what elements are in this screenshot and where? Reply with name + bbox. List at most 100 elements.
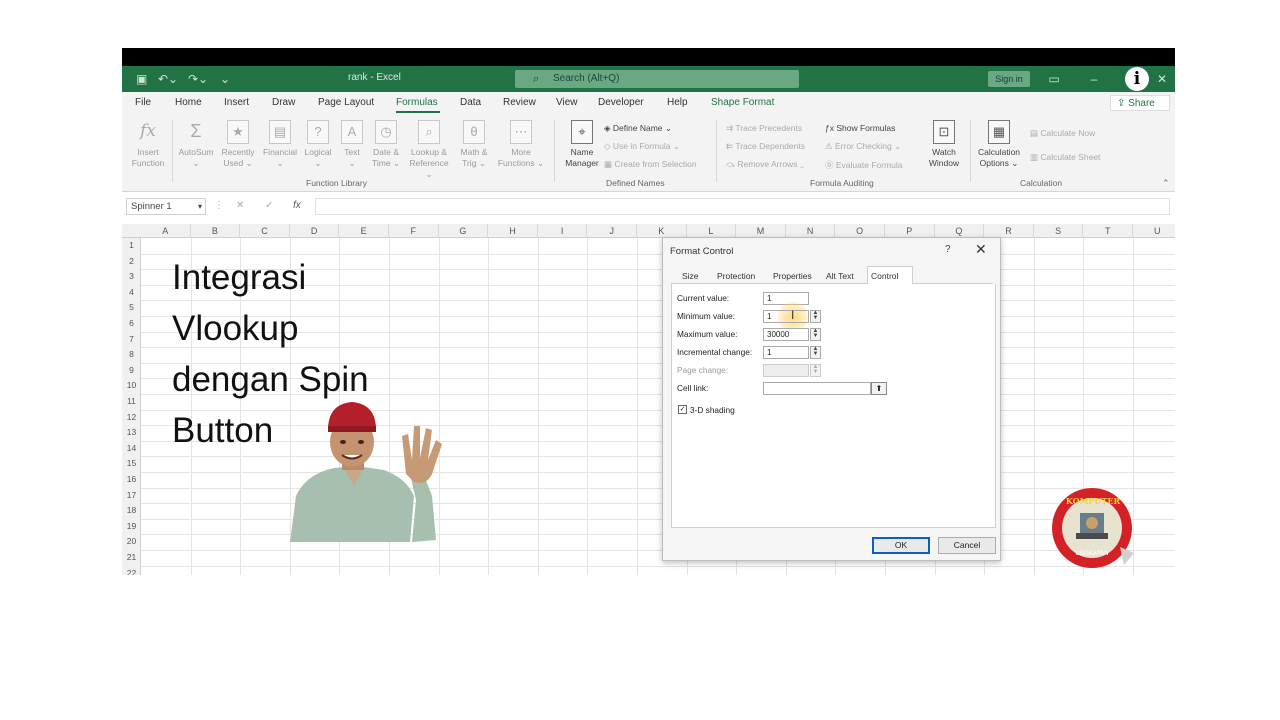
insert-function-icon[interactable]: fx [293, 200, 301, 211]
column-header-a[interactable]: A [141, 224, 191, 238]
math-trig-button[interactable]: θ Math & Trig ⌄ [456, 120, 492, 169]
tab-view[interactable]: View [556, 97, 578, 108]
row-header-16[interactable]: 16 [122, 474, 141, 490]
minimum-value-input[interactable]: 1 [763, 310, 809, 323]
row-header-9[interactable]: 9 [122, 365, 141, 381]
column-header-b[interactable]: B [191, 224, 241, 238]
share-button[interactable]: ⇪ Share [1110, 95, 1170, 111]
create-from-selection-button[interactable]: ▦ Create from Selection [604, 159, 697, 170]
column-header-k[interactable]: K [637, 224, 687, 238]
row-header-15[interactable]: 15 [122, 458, 141, 474]
text-button[interactable]: A Text ⌄ [336, 120, 368, 169]
formula-input[interactable] [315, 198, 1170, 215]
column-header-h[interactable]: H [488, 224, 538, 238]
column-header-e[interactable]: E [339, 224, 389, 238]
calculate-now-button[interactable]: ▤ Calculate Now [1030, 128, 1095, 139]
tab-review[interactable]: Review [503, 97, 536, 108]
chevron-down-icon[interactable]: ▾ [198, 199, 202, 214]
row-header-8[interactable]: 8 [122, 349, 141, 365]
column-header-s[interactable]: S [1034, 224, 1084, 238]
more-functions-button[interactable]: ⋯ More Functions ⌄ [496, 120, 546, 169]
ribbon-display-icon[interactable]: ▭ [1044, 70, 1064, 88]
row-header-13[interactable]: 13 [122, 427, 141, 443]
minimum-value-spinner[interactable]: ▲ ▼ [810, 310, 821, 323]
column-header-g[interactable]: G [439, 224, 489, 238]
name-manager-button[interactable]: ⌖ Name Manager [560, 120, 604, 169]
error-checking-button[interactable]: ⚠ Error Checking ⌄ [825, 141, 901, 152]
column-header-t[interactable]: T [1083, 224, 1133, 238]
cell-link-input[interactable] [763, 382, 871, 395]
tab-file[interactable]: File [135, 97, 151, 108]
tab-size[interactable]: Size [682, 271, 699, 281]
column-header-l[interactable]: L [687, 224, 737, 238]
tab-home[interactable]: Home [175, 97, 202, 108]
row-header-4[interactable]: 4 [122, 287, 141, 303]
row-header-22[interactable]: 22 [122, 568, 141, 575]
help-icon[interactable]: ? [945, 244, 951, 255]
trace-dependents-button[interactable]: ⇇ Trace Dependents [726, 141, 805, 152]
name-box[interactable]: Spinner 1 ▾ [126, 198, 206, 215]
collapse-ribbon-icon[interactable]: ⌃ [1162, 178, 1170, 189]
tab-shape-format[interactable]: Shape Format [711, 97, 774, 108]
column-header-n[interactable]: N [786, 224, 836, 238]
column-header-q[interactable]: Q [935, 224, 985, 238]
row-header-12[interactable]: 12 [122, 412, 141, 428]
row-header-1[interactable]: 1 [122, 240, 141, 256]
show-formulas-button[interactable]: ƒx Show Formulas [825, 123, 895, 133]
autosum-button[interactable]: Σ AutoSum ⌄ [176, 120, 216, 169]
trace-precedents-button[interactable]: ⇉ Trace Precedents [726, 123, 802, 134]
undo-icon[interactable]: ↶⌄ [158, 71, 178, 87]
redo-icon[interactable]: ↷⌄ [188, 71, 208, 87]
recently-used-button[interactable]: ★ Recently Used ⌄ [218, 120, 258, 169]
tab-data[interactable]: Data [460, 97, 481, 108]
shading-checkbox[interactable]: ✓ [678, 405, 687, 414]
lookup-reference-button[interactable]: ⌕ Lookup & Reference ⌄ [406, 120, 452, 180]
column-header-p[interactable]: P [885, 224, 935, 238]
tab-properties[interactable]: Properties [773, 271, 812, 281]
row-header-21[interactable]: 21 [122, 552, 141, 568]
ok-button[interactable]: OK [872, 537, 930, 554]
tab-insert[interactable]: Insert [224, 97, 249, 108]
incremental-change-spinner[interactable]: ▲ ▼ [810, 346, 821, 359]
tab-page-layout[interactable]: Page Layout [318, 97, 374, 108]
use-in-formula-button[interactable]: ◇ Use in Formula ⌄ [604, 141, 680, 152]
row-header-14[interactable]: 14 [122, 443, 141, 459]
row-header-19[interactable]: 19 [122, 521, 141, 537]
evaluate-formula-button[interactable]: ⓪ Evaluate Formula [825, 159, 903, 171]
tab-developer[interactable]: Developer [598, 97, 644, 108]
column-header-f[interactable]: F [389, 224, 439, 238]
column-header-u[interactable]: U [1133, 224, 1175, 238]
row-header-11[interactable]: 11 [122, 396, 141, 412]
tab-protection[interactable]: Protection [717, 271, 755, 281]
column-header-o[interactable]: O [835, 224, 885, 238]
row-header-2[interactable]: 2 [122, 256, 141, 272]
tab-formulas[interactable]: Formulas [396, 97, 438, 108]
row-header-17[interactable]: 17 [122, 490, 141, 506]
define-name-button[interactable]: ◈ Define Name ⌄ [604, 123, 672, 134]
row-header-7[interactable]: 7 [122, 334, 141, 350]
column-header-c[interactable]: C [240, 224, 290, 238]
search-input[interactable]: ⌕ Search (Alt+Q) [515, 70, 799, 88]
row-header-20[interactable]: 20 [122, 536, 141, 552]
row-header-5[interactable]: 5 [122, 302, 141, 318]
sign-in-button[interactable]: Sign in [988, 71, 1030, 87]
cancel-button[interactable]: Cancel [938, 537, 996, 554]
row-header-10[interactable]: 10 [122, 380, 141, 396]
close-icon[interactable]: ✕ [975, 241, 987, 258]
column-header-i[interactable]: I [538, 224, 588, 238]
maximum-value-spinner[interactable]: ▲ ▼ [810, 328, 821, 341]
tab-alt-text[interactable]: Alt Text [826, 271, 854, 281]
column-header-r[interactable]: R [984, 224, 1034, 238]
maximum-value-input[interactable]: 30000 [763, 328, 809, 341]
row-header-18[interactable]: 18 [122, 505, 141, 521]
calculate-sheet-button[interactable]: ▥ Calculate Sheet [1030, 152, 1100, 163]
watch-window-button[interactable]: ⊡ Watch Window [924, 120, 964, 169]
row-header-3[interactable]: 3 [122, 271, 141, 287]
enter-entry-icon[interactable]: ✓ [265, 200, 273, 211]
tab-draw[interactable]: Draw [272, 97, 295, 108]
remove-arrows-button[interactable]: ⤼ Remove Arrows ⌄ [726, 159, 804, 170]
column-header-m[interactable]: M [736, 224, 786, 238]
financial-button[interactable]: ▤ Financial ⌄ [260, 120, 300, 169]
incremental-change-input[interactable]: 1 [763, 346, 809, 359]
minimize-icon[interactable]: – [1084, 70, 1104, 88]
